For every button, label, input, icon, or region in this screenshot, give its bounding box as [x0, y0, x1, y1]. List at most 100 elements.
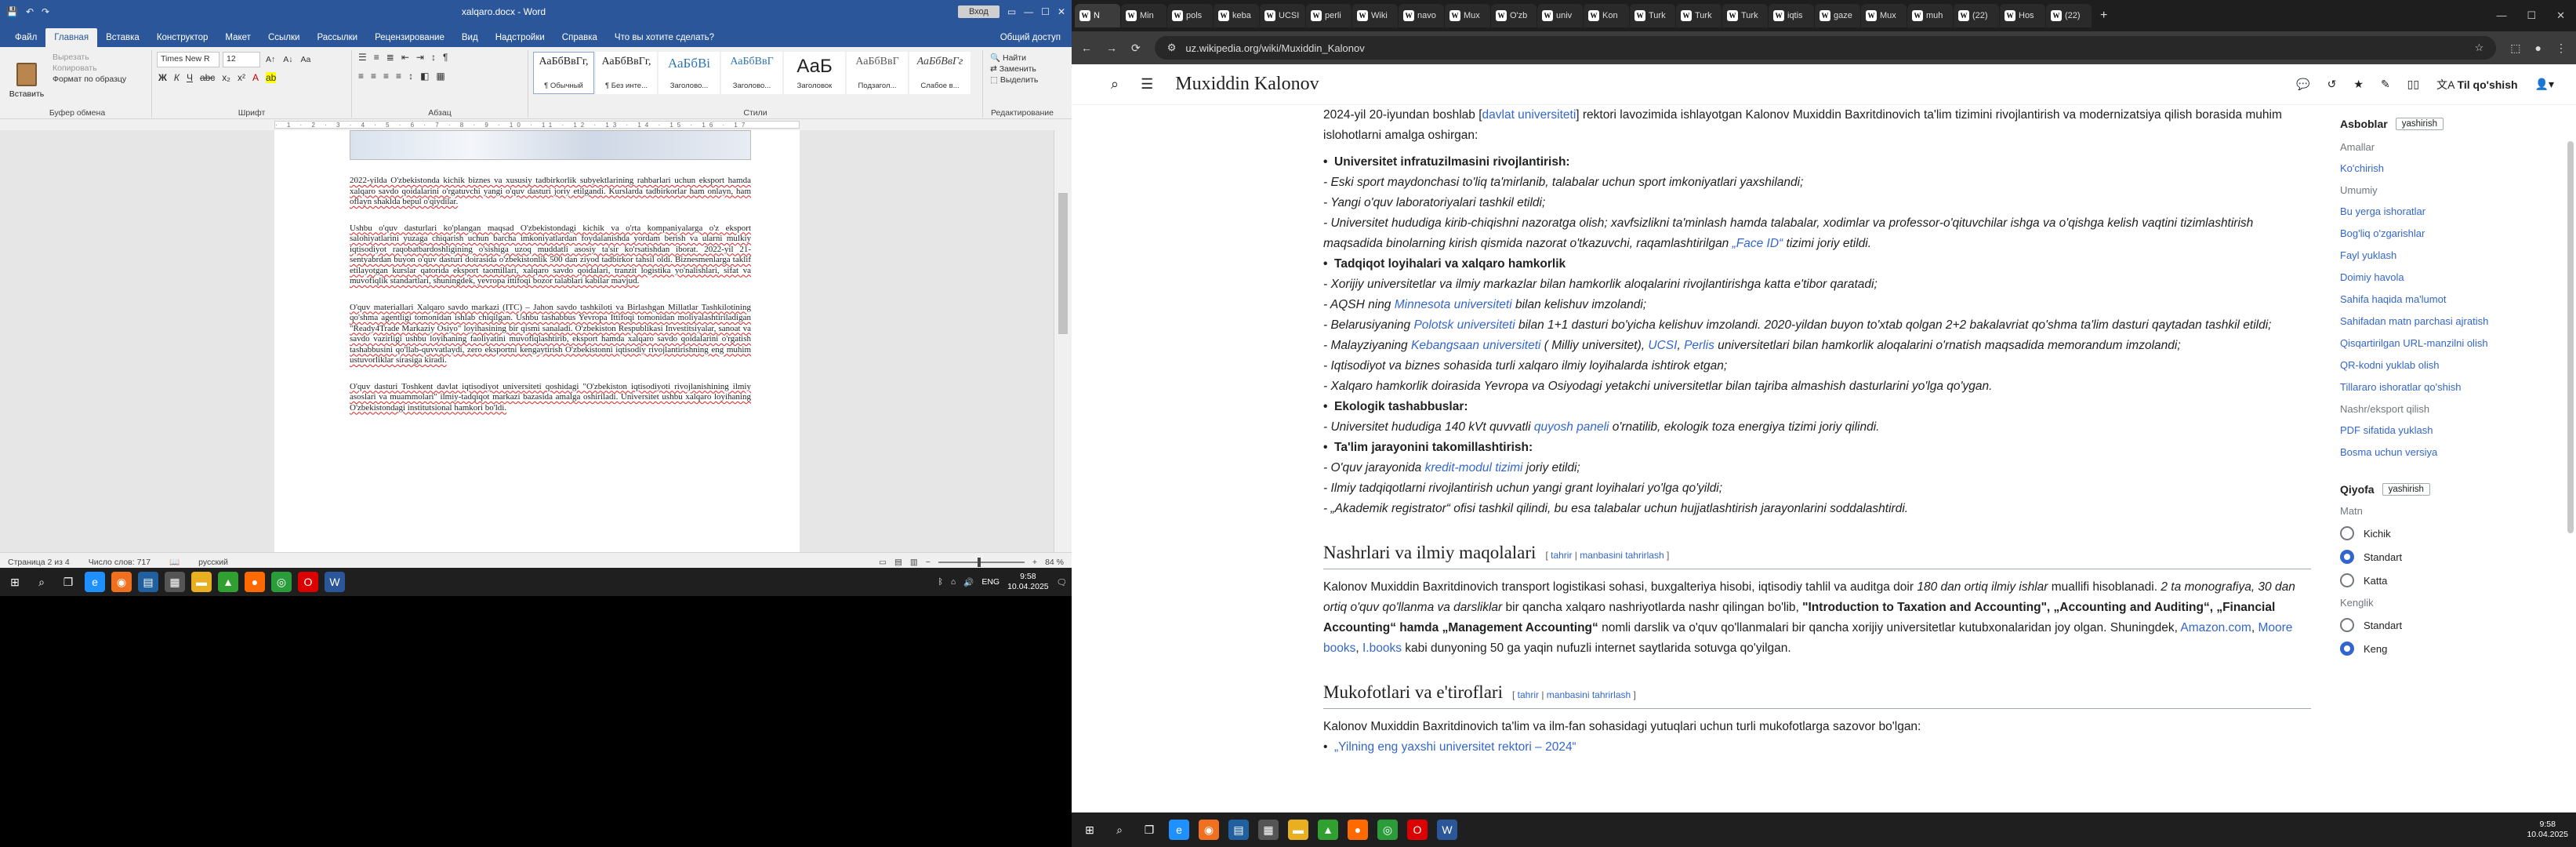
- vertical-scrollbar[interactable]: [1054, 130, 1072, 552]
- tab-references[interactable]: Ссылки: [259, 28, 309, 47]
- maximize-icon[interactable]: ☐: [1041, 6, 1050, 17]
- language-indicator[interactable]: русский: [198, 558, 228, 567]
- align-center-icon[interactable]: ≡: [371, 71, 376, 82]
- style-normal[interactable]: АаБбВвГг, ¶ Обычный: [533, 52, 594, 94]
- sidebar-link[interactable]: Tillararo ishoratlar qo'shish: [2340, 381, 2509, 393]
- browser-tab[interactable]: W Turk: [1676, 4, 1722, 27]
- hide-button[interactable]: yashirish: [2395, 118, 2444, 130]
- search-icon[interactable]: ⌕: [1109, 820, 1130, 840]
- numbering-icon[interactable]: ≡: [374, 52, 379, 63]
- sidebar-link[interactable]: Bog'liq o'zgarishlar: [2340, 227, 2509, 239]
- volume-icon[interactable]: 🔊: [963, 577, 974, 587]
- sidebar-link[interactable]: PDF sifatida yuklash: [2340, 424, 2509, 436]
- toc-icon[interactable]: ☰: [1141, 76, 1153, 93]
- network-icon[interactable]: ⌂: [951, 577, 956, 587]
- folder-icon[interactable]: ▬: [191, 572, 212, 592]
- calculator-icon[interactable]: ▦: [1258, 820, 1279, 840]
- minimize-icon[interactable]: —: [1024, 6, 1033, 17]
- sidebar-link[interactable]: Fayl yuklash: [2340, 249, 2509, 261]
- login-button[interactable]: Вход: [957, 5, 1000, 18]
- link[interactable]: UCSI: [1648, 339, 1677, 352]
- sidebar-link[interactable]: Sahifa haqida ma'lumot: [2340, 293, 2509, 305]
- scroll-thumb[interactable]: [1058, 193, 1068, 334]
- line-spacing-icon[interactable]: ↕: [408, 71, 413, 82]
- language-button[interactable]: 文A Til qo'shish: [2436, 77, 2517, 93]
- align-right-icon[interactable]: ≡: [383, 71, 389, 82]
- paste-button[interactable]: Вставить: [8, 52, 45, 99]
- browser-tab[interactable]: Wpols: [1167, 4, 1213, 27]
- copy-button[interactable]: Копировать: [50, 63, 129, 74]
- web-layout-icon[interactable]: ▥: [910, 558, 918, 567]
- profile-icon[interactable]: ●: [2535, 42, 2542, 54]
- borders-icon[interactable]: ▦: [436, 71, 444, 82]
- save-icon[interactable]: 💾: [6, 6, 18, 17]
- share-button[interactable]: Общий доступ: [989, 28, 1072, 47]
- format-painter-button[interactable]: Формат по образцу: [50, 74, 129, 85]
- width-standard[interactable]: Standart: [2340, 618, 2509, 632]
- superscript-icon[interactable]: x²: [238, 72, 245, 83]
- doc-paragraph[interactable]: Ushbu o'quv dasturlari ko'plangan maqsad…: [350, 224, 751, 287]
- forward-icon[interactable]: →: [1106, 42, 1117, 54]
- browser-tab[interactable]: WN: [1075, 4, 1120, 27]
- sidebar-link[interactable]: Bu yerga ishoratlar: [2340, 205, 2509, 217]
- reload-icon[interactable]: ⟳: [1131, 42, 1141, 55]
- style-heading-2[interactable]: АаБбВвГ Заголово...: [721, 52, 782, 94]
- new-tab-icon[interactable]: +: [2092, 9, 2115, 23]
- talk-icon[interactable]: 💬: [2296, 78, 2309, 91]
- edit-source-link[interactable]: manbasini tahrirlash: [1580, 550, 1664, 561]
- edge-icon[interactable]: e: [85, 572, 105, 592]
- tab-help[interactable]: Справка: [553, 28, 606, 47]
- doc-paragraph[interactable]: O'quv dasturi Toshkent davlat iqtisodiyo…: [350, 382, 751, 414]
- read-mode-icon[interactable]: ▭: [879, 558, 887, 567]
- folder-icon[interactable]: ▬: [1288, 820, 1308, 840]
- tab-design[interactable]: Конструктор: [148, 28, 217, 47]
- tell-me-search[interactable]: Что вы хотите сделать?: [606, 28, 723, 47]
- link[interactable]: Polotsk universiteti: [1413, 318, 1515, 332]
- justify-icon[interactable]: ≡: [396, 71, 401, 82]
- task-view-icon[interactable]: ❐: [58, 572, 78, 592]
- doc-paragraph[interactable]: O'quv materiallari Xalqaro savdo markazi…: [350, 303, 751, 366]
- browser-tab[interactable]: W (22): [1954, 4, 1999, 27]
- scroll-thumb[interactable]: [2567, 141, 2574, 533]
- style-heading-1[interactable]: АаБбВі Заголово...: [659, 52, 720, 94]
- style-subtle-emphasis[interactable]: АаБбВвГг Слабое в...: [909, 52, 971, 94]
- bookmark-star-icon[interactable]: ☆: [2475, 42, 2484, 54]
- site-info-icon[interactable]: ⚙: [1167, 42, 1177, 54]
- sidebar-toggle-icon[interactable]: ▯▯: [2407, 78, 2419, 91]
- browser-tab[interactable]: W Mux: [1445, 4, 1490, 27]
- increase-indent-icon[interactable]: ⇥: [416, 52, 424, 63]
- edit-link[interactable]: tahrir: [1518, 689, 1539, 700]
- user-icon[interactable]: 👤▾: [2535, 78, 2554, 91]
- clock[interactable]: 9:58 10.04.2025: [2527, 820, 2568, 840]
- browser-tab[interactable]: W O'zb: [1491, 4, 1537, 27]
- link[interactable]: Amazon.com: [2180, 621, 2251, 634]
- keyboard-language[interactable]: ENG: [981, 577, 1000, 587]
- text-size-standard[interactable]: Standart: [2340, 550, 2509, 564]
- cut-button[interactable]: Вырезать: [50, 52, 129, 63]
- sidebar-link[interactable]: Bosma uchun versiya: [2340, 446, 2509, 458]
- tab-mailings[interactable]: Рассылки: [308, 28, 366, 47]
- italic-icon[interactable]: К: [174, 72, 180, 83]
- link[interactable]: I.books: [1362, 642, 1402, 655]
- browser-tab[interactable]: W (22): [2046, 4, 2092, 27]
- sidebar-link[interactable]: Sahifadan matn parchasi ajratish: [2340, 315, 2509, 327]
- print-layout-icon[interactable]: ▤: [894, 558, 902, 567]
- link[interactable]: davlat universiteti: [1482, 108, 1576, 122]
- minimize-icon[interactable]: —: [2496, 9, 2506, 22]
- browser-tab[interactable]: W Min: [1121, 4, 1166, 27]
- browser-tab[interactable]: W Mux: [1861, 4, 1907, 27]
- style-no-spacing[interactable]: АаБбВвГг, ¶ Без инте...: [596, 52, 657, 94]
- width-wide[interactable]: Keng: [2340, 642, 2509, 656]
- sidebar-link[interactable]: Ko'chirish: [2340, 162, 2509, 174]
- select-button[interactable]: ⬚ Выделить: [988, 75, 1057, 85]
- multilevel-icon[interactable]: ≣: [386, 52, 394, 63]
- menu-icon[interactable]: ⋮: [2556, 42, 2567, 55]
- edit-link[interactable]: tahrir: [1551, 550, 1572, 561]
- close-icon[interactable]: ✕: [2556, 9, 2565, 22]
- font-size-select[interactable]: 12: [223, 52, 260, 67]
- grow-font-icon[interactable]: A↑: [263, 54, 278, 65]
- ribbon-options-icon[interactable]: ▭: [1007, 6, 1016, 17]
- link[interactable]: „Yilning eng yaxshi universitet rektori …: [1334, 740, 1576, 754]
- redo-icon[interactable]: ↷: [42, 6, 49, 17]
- link[interactable]: Minnesota universiteti: [1395, 298, 1512, 311]
